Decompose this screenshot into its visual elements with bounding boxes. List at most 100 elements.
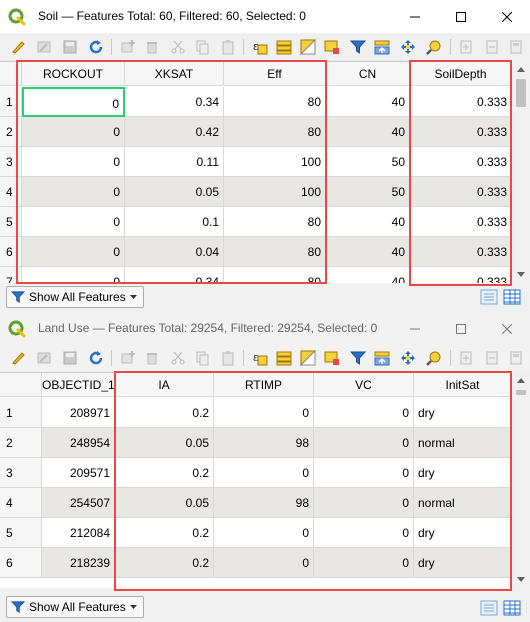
table-cell[interactable]: 0.1 <box>125 207 224 237</box>
table-cell[interactable]: 0.11 <box>125 147 224 177</box>
table-cell[interactable]: 0.05 <box>115 428 214 458</box>
column-header[interactable]: CN <box>326 62 410 86</box>
table-cell[interactable]: 0 <box>22 267 125 283</box>
scroll-down-button[interactable] <box>512 266 530 283</box>
table-cell[interactable]: 80 <box>224 207 326 237</box>
table-cell[interactable]: 0.2 <box>115 518 214 548</box>
table-cell[interactable]: 248954 <box>42 428 115 458</box>
table-cell[interactable]: 100 <box>224 177 326 207</box>
table-cell[interactable]: 0 <box>22 177 125 207</box>
table-cell[interactable]: 80 <box>224 237 326 267</box>
table-cell[interactable]: 218239 <box>42 548 115 578</box>
table-cell[interactable]: 209571 <box>42 458 115 488</box>
paste-button[interactable] <box>218 37 238 57</box>
select-all-button[interactable] <box>274 37 294 57</box>
table-cell[interactable]: 0 <box>314 458 414 488</box>
row-header[interactable]: 1 <box>0 398 42 428</box>
scroll-down-button[interactable] <box>512 571 530 588</box>
table-cell[interactable]: 40 <box>326 267 410 283</box>
table-cell[interactable]: 0 <box>22 237 125 267</box>
table-cell[interactable]: 0.2 <box>115 548 214 578</box>
invert-selection-button[interactable] <box>298 37 318 57</box>
table-cell[interactable]: 0.333 <box>410 207 512 237</box>
table-cell[interactable]: 0 <box>214 458 314 488</box>
move-selection-to-top-button[interactable] <box>372 37 392 57</box>
table-cell[interactable]: 0 <box>314 548 414 578</box>
table-cell[interactable]: 0 <box>214 548 314 578</box>
show-all-features-button[interactable]: Show All Features <box>6 596 144 618</box>
row-header[interactable]: 1 <box>0 87 22 117</box>
scroll-thumb[interactable] <box>516 390 526 395</box>
table-cell[interactable]: 0 <box>314 398 414 428</box>
table-cell[interactable]: dry <box>414 398 512 428</box>
table-view-button[interactable] <box>503 600 521 616</box>
delete-feature-button[interactable] <box>142 348 162 368</box>
table-cell[interactable]: 50 <box>326 177 410 207</box>
delete-field-button[interactable] <box>482 348 502 368</box>
form-view-button[interactable] <box>480 600 498 616</box>
table-cell[interactable]: 98 <box>214 428 314 458</box>
vertical-scrollbar[interactable] <box>512 372 530 588</box>
column-header[interactable]: OBJECTID_1 <box>42 373 115 397</box>
select-all-button[interactable] <box>274 348 294 368</box>
row-header[interactable]: 4 <box>0 488 42 518</box>
deselect-all-button[interactable] <box>322 37 342 57</box>
add-feature-button[interactable] <box>118 37 138 57</box>
table-cell[interactable]: normal <box>414 488 512 518</box>
table-cell[interactable]: 212084 <box>42 518 115 548</box>
close-button[interactable] <box>484 0 530 33</box>
table-cell[interactable]: 80 <box>224 267 326 283</box>
table-cell[interactable]: 0.42 <box>125 117 224 147</box>
row-header[interactable]: 2 <box>0 428 42 458</box>
table-cell[interactable]: 0 <box>22 147 125 177</box>
corner-header[interactable] <box>0 373 42 397</box>
minimize-button[interactable] <box>392 0 438 33</box>
table-cell[interactable]: 0.2 <box>115 458 214 488</box>
table-cell[interactable]: 0.333 <box>410 267 512 283</box>
column-header[interactable]: RTIMP <box>214 373 314 397</box>
row-header[interactable]: 6 <box>0 237 22 267</box>
reload-button[interactable] <box>86 37 106 57</box>
table-cell[interactable]: 0.05 <box>125 177 224 207</box>
row-header[interactable]: 3 <box>0 458 42 488</box>
close-button[interactable] <box>484 312 530 345</box>
table-cell[interactable]: dry <box>414 518 512 548</box>
column-header[interactable]: VC <box>314 373 414 397</box>
table-cell[interactable]: 40 <box>326 237 410 267</box>
toggle-editing-button[interactable] <box>8 348 28 368</box>
zoom-to-selected-button[interactable] <box>424 37 444 57</box>
table-cell[interactable]: 0.333 <box>410 87 512 117</box>
invert-selection-button[interactable] <box>298 348 318 368</box>
copy-button[interactable] <box>192 348 212 368</box>
table-view-button[interactable] <box>503 289 521 305</box>
column-header[interactable]: Eff <box>224 62 326 86</box>
table-cell[interactable]: 0.2 <box>115 398 214 428</box>
scroll-up-button[interactable] <box>512 61 530 78</box>
field-calculator-button[interactable] <box>506 348 526 368</box>
column-header[interactable]: IA <box>115 373 214 397</box>
row-header[interactable]: 5 <box>0 518 42 548</box>
column-header[interactable]: XKSAT <box>125 62 224 86</box>
corner-header[interactable] <box>0 62 22 86</box>
save-edits-button[interactable] <box>60 348 80 368</box>
filter-button[interactable] <box>348 37 368 57</box>
zoom-to-selected-button[interactable] <box>424 348 444 368</box>
table-cell[interactable]: 80 <box>224 87 326 117</box>
toggle-editing-button[interactable] <box>8 37 28 57</box>
table-cell[interactable]: dry <box>414 458 512 488</box>
table-cell[interactable]: 0.34 <box>125 87 224 117</box>
maximize-button[interactable] <box>438 0 484 33</box>
column-header[interactable]: SoilDepth <box>410 62 512 86</box>
table-cell[interactable]: 100 <box>224 147 326 177</box>
table-cell[interactable]: 0.34 <box>125 267 224 283</box>
multi-edit-button[interactable] <box>34 37 54 57</box>
table-cell[interactable]: 0 <box>314 428 414 458</box>
copy-button[interactable] <box>192 37 212 57</box>
table-cell[interactable]: 208971 <box>42 398 115 428</box>
title-bar[interactable]: Soil — Features Total: 60, Filtered: 60,… <box>0 0 530 33</box>
table-cell[interactable]: 40 <box>326 87 410 117</box>
deselect-all-button[interactable] <box>322 348 342 368</box>
column-header[interactable]: InitSat <box>414 373 512 397</box>
table-cell[interactable]: 80 <box>224 117 326 147</box>
row-header[interactable]: 3 <box>0 147 22 177</box>
